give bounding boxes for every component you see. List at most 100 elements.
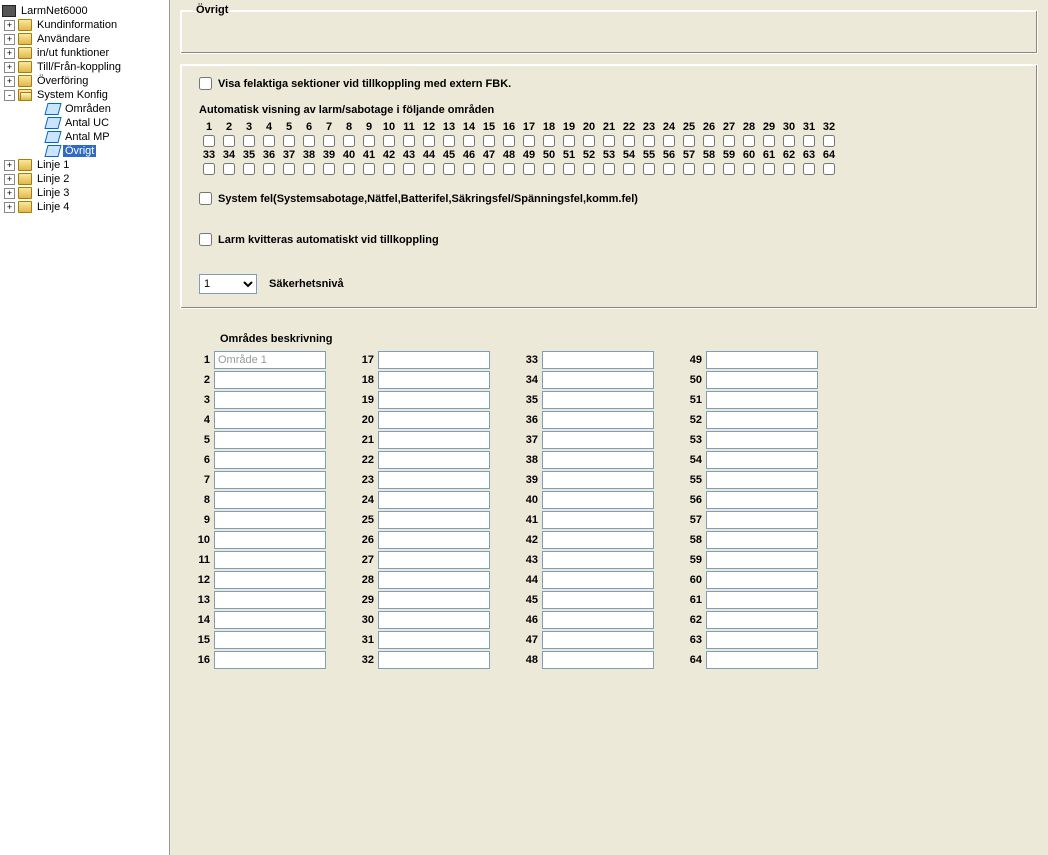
area-11-checkbox[interactable] [403, 135, 415, 147]
area-40-checkbox[interactable] [343, 163, 355, 175]
area-25-checkbox[interactable] [683, 135, 695, 147]
visa-felaktiga-checkbox[interactable] [199, 77, 212, 90]
area-19-checkbox[interactable] [563, 135, 575, 147]
area-60-desc-input[interactable] [706, 571, 818, 589]
area-51-checkbox[interactable] [563, 163, 575, 175]
area-14-checkbox[interactable] [463, 135, 475, 147]
area-30-desc-input[interactable] [378, 611, 490, 629]
tree-root[interactable]: LarmNet6000 [2, 4, 167, 18]
area-51-desc-input[interactable] [706, 391, 818, 409]
expand-icon[interactable]: + [4, 48, 15, 59]
area-3-desc-input[interactable] [214, 391, 326, 409]
area-27-desc-input[interactable] [378, 551, 490, 569]
expand-icon[interactable]: + [4, 202, 15, 213]
area-9-checkbox[interactable] [363, 135, 375, 147]
area-22-desc-input[interactable] [378, 451, 490, 469]
area-20-desc-input[interactable] [378, 411, 490, 429]
collapse-icon[interactable]: - [4, 90, 15, 101]
area-6-desc-input[interactable] [214, 451, 326, 469]
area-48-desc-input[interactable] [542, 651, 654, 669]
area-53-desc-input[interactable] [706, 431, 818, 449]
tree-item-anv-ndare[interactable]: +Användare [2, 32, 167, 46]
area-47-desc-input[interactable] [542, 631, 654, 649]
area-34-desc-input[interactable] [542, 371, 654, 389]
area-25-desc-input[interactable] [378, 511, 490, 529]
tree-item-linje-1[interactable]: +Linje 1 [2, 158, 167, 172]
tree-item-antal-mp[interactable]: Antal MP [2, 130, 167, 144]
larm-kvitteras-checkbox[interactable] [199, 233, 212, 246]
area-36-desc-input[interactable] [542, 411, 654, 429]
area-22-checkbox[interactable] [623, 135, 635, 147]
area-37-checkbox[interactable] [283, 163, 295, 175]
area-4-checkbox[interactable] [263, 135, 275, 147]
area-29-checkbox[interactable] [763, 135, 775, 147]
area-60-checkbox[interactable] [743, 163, 755, 175]
area-4-desc-input[interactable] [214, 411, 326, 429]
area-6-checkbox[interactable] [303, 135, 315, 147]
expand-icon[interactable]: + [4, 20, 15, 31]
area-40-desc-input[interactable] [542, 491, 654, 509]
area-47-checkbox[interactable] [483, 163, 495, 175]
area-16-desc-input[interactable] [214, 651, 326, 669]
expand-icon[interactable]: + [4, 76, 15, 87]
area-43-desc-input[interactable] [542, 551, 654, 569]
area-39-checkbox[interactable] [323, 163, 335, 175]
tree-item--vrigt[interactable]: Övrigt [2, 144, 167, 158]
expand-icon[interactable]: + [4, 160, 15, 171]
area-36-checkbox[interactable] [263, 163, 275, 175]
area-41-desc-input[interactable] [542, 511, 654, 529]
area-28-checkbox[interactable] [743, 135, 755, 147]
area-38-desc-input[interactable] [542, 451, 654, 469]
area-46-checkbox[interactable] [463, 163, 475, 175]
area-34-checkbox[interactable] [223, 163, 235, 175]
area-13-desc-input[interactable] [214, 591, 326, 609]
area-17-checkbox[interactable] [523, 135, 535, 147]
area-62-desc-input[interactable] [706, 611, 818, 629]
area-13-checkbox[interactable] [443, 135, 455, 147]
area-43-checkbox[interactable] [403, 163, 415, 175]
area-54-desc-input[interactable] [706, 451, 818, 469]
area-55-desc-input[interactable] [706, 471, 818, 489]
area-57-desc-input[interactable] [706, 511, 818, 529]
tree-item-till-fr-n-koppling[interactable]: +Till/Från-koppling [2, 60, 167, 74]
tree-item-linje-2[interactable]: +Linje 2 [2, 172, 167, 186]
tree-item-antal-uc[interactable]: Antal UC [2, 116, 167, 130]
area-1-desc-input[interactable] [214, 351, 326, 369]
area-12-checkbox[interactable] [423, 135, 435, 147]
area-58-checkbox[interactable] [703, 163, 715, 175]
expand-icon[interactable]: + [4, 34, 15, 45]
area-44-desc-input[interactable] [542, 571, 654, 589]
area-42-checkbox[interactable] [383, 163, 395, 175]
area-46-desc-input[interactable] [542, 611, 654, 629]
area-33-desc-input[interactable] [542, 351, 654, 369]
area-9-desc-input[interactable] [214, 511, 326, 529]
area-27-checkbox[interactable] [723, 135, 735, 147]
area-49-checkbox[interactable] [523, 163, 535, 175]
area-19-desc-input[interactable] [378, 391, 490, 409]
area-32-checkbox[interactable] [823, 135, 835, 147]
area-64-desc-input[interactable] [706, 651, 818, 669]
area-31-desc-input[interactable] [378, 631, 490, 649]
area-38-checkbox[interactable] [303, 163, 315, 175]
area-21-desc-input[interactable] [378, 431, 490, 449]
area-17-desc-input[interactable] [378, 351, 490, 369]
area-56-checkbox[interactable] [663, 163, 675, 175]
sakerhetsniva-select[interactable]: 1 [199, 274, 257, 294]
area-16-checkbox[interactable] [503, 135, 515, 147]
tree-item--verf-ring[interactable]: +Överföring [2, 74, 167, 88]
area-18-desc-input[interactable] [378, 371, 490, 389]
system-fel-checkbox[interactable] [199, 192, 212, 205]
area-59-desc-input[interactable] [706, 551, 818, 569]
area-8-checkbox[interactable] [343, 135, 355, 147]
area-31-checkbox[interactable] [803, 135, 815, 147]
tree-item-linje-4[interactable]: +Linje 4 [2, 200, 167, 214]
area-8-desc-input[interactable] [214, 491, 326, 509]
area-50-checkbox[interactable] [543, 163, 555, 175]
area-2-desc-input[interactable] [214, 371, 326, 389]
area-21-checkbox[interactable] [603, 135, 615, 147]
area-59-checkbox[interactable] [723, 163, 735, 175]
area-44-checkbox[interactable] [423, 163, 435, 175]
area-23-desc-input[interactable] [378, 471, 490, 489]
area-30-checkbox[interactable] [783, 135, 795, 147]
area-20-checkbox[interactable] [583, 135, 595, 147]
